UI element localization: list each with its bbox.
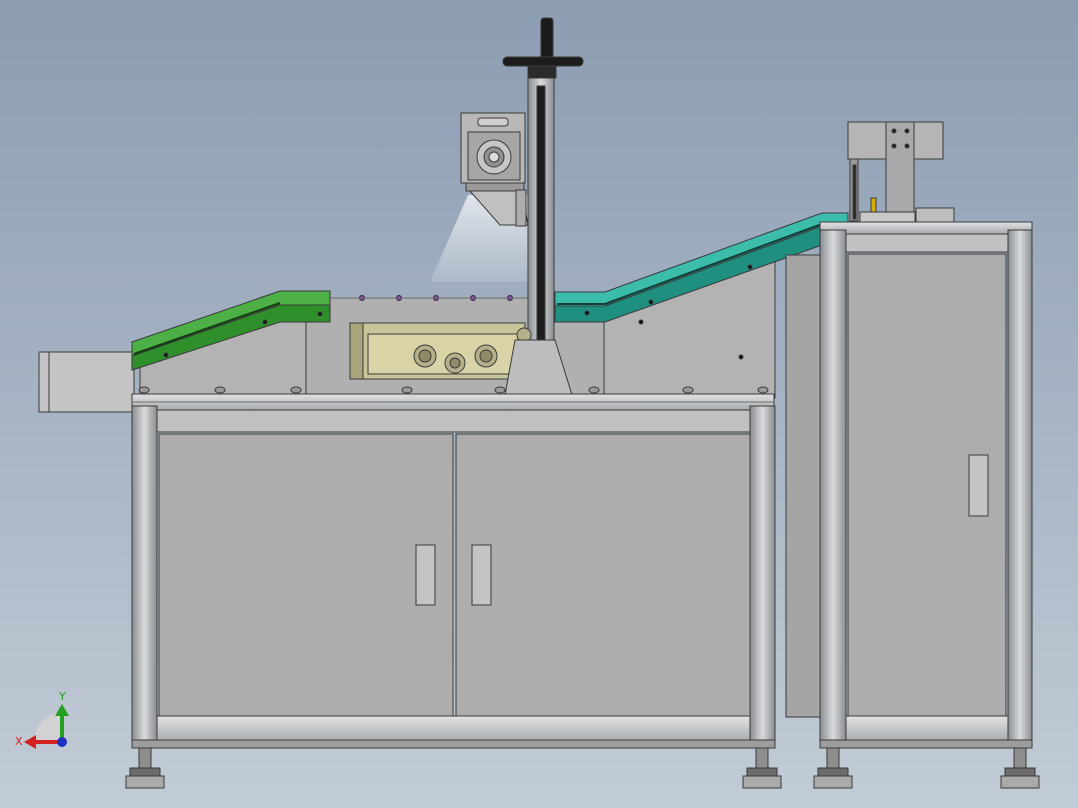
cabinet-door-right[interactable] (455, 433, 751, 717)
leveling-foot (125, 747, 165, 789)
axis-x-label: X (15, 735, 23, 748)
leveling-foot (742, 747, 782, 789)
stacker-unit (847, 121, 955, 223)
leveling-foot (813, 747, 853, 789)
handwheel[interactable] (502, 17, 584, 79)
infeed-motor-box (38, 351, 135, 413)
leveling-foot (1000, 747, 1040, 789)
door-handle-left[interactable] (415, 544, 436, 606)
axis-y-label: Y (58, 690, 66, 703)
coordinate-triad (24, 704, 69, 749)
side-door-handle[interactable] (968, 454, 989, 517)
door-handle-right[interactable] (471, 544, 492, 606)
cad-viewport[interactable]: Y X (0, 0, 1078, 808)
cabinet-door-left[interactable] (158, 433, 454, 717)
machine-drawing: Y X (15, 17, 1040, 789)
